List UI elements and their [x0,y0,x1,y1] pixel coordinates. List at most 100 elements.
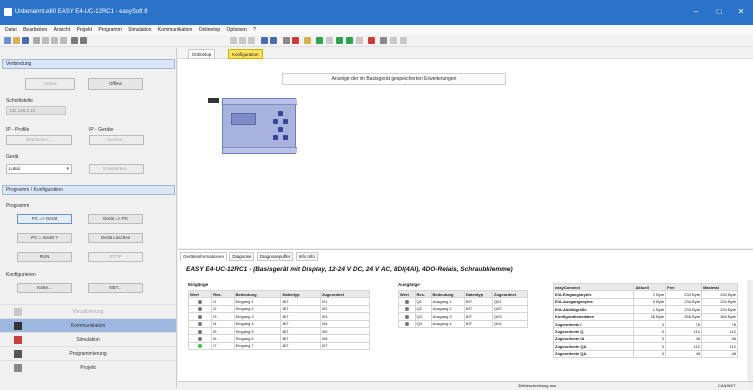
name-cell: Eingang 3 [233,312,282,321]
settings-icon[interactable] [390,37,397,44]
nav-communication[interactable]: Kommunikation [0,318,176,332]
monitor-icon[interactable] [380,37,387,44]
name-cell: Eingang 2 [233,304,282,314]
zoom-icon[interactable] [230,37,237,44]
info-scrollbar[interactable] [747,280,753,390]
undo-icon[interactable] [71,37,78,44]
print-icon[interactable] [33,37,40,44]
view-icon[interactable] [248,37,255,44]
edit-profile-button[interactable]: Bearbeiten... [6,135,72,145]
value-cell [187,297,213,306]
delete-device-button[interactable]: Gerät Löschen [88,233,143,243]
menu-kommunikation[interactable]: Kommunikation [158,25,192,35]
compare-button[interactable]: PC = Gerät ? [17,233,72,243]
tab-diagnose-buffer[interactable]: Diagnosepuffer [256,252,294,261]
close-button[interactable]: ✕ [734,6,748,18]
tab-konfiguration[interactable]: Konfiguration [228,49,263,59]
cur-cell: 1 Byte [633,305,667,314]
menu-ansicht[interactable]: Ansicht [54,25,70,35]
tab-diagnose[interactable]: Diagnose [229,252,255,261]
menu-bearbeiten[interactable]: Bearbeiten [23,25,47,35]
table-row: Zugeordnete QA 0 48 48 [552,349,738,358]
more-icon[interactable] [400,37,407,44]
function-block-icon[interactable] [270,37,277,44]
tab-device-info[interactable]: Geräteinformationen [180,252,228,261]
name-cell: Konfigurationsdaten [552,312,635,321]
interface-field[interactable]: 192.168.0.10 [6,106,66,115]
tab-info[interactable]: Info Info [295,252,318,261]
edit-icon[interactable] [283,37,290,44]
menu-onlinetop[interactable]: Onlinetop [199,25,220,35]
save-icon[interactable] [22,37,29,44]
assign-cell: I06 [319,334,371,343]
max-cell: 234 Byte [701,305,738,314]
redo-icon[interactable] [80,37,87,44]
nav-project[interactable]: Projekt [0,360,176,374]
extended-button[interactable]: Erweiterten... [89,164,144,174]
step-icon[interactable] [336,37,343,44]
run-button[interactable]: RUN [17,252,72,262]
table-row: E/A-Ausgangsbytes 0 Byte 234 Byte 234 Byte [552,297,738,307]
title-bar: Unbenannt.e80 EASY E4-UC-12RC1 - easySof… [0,0,753,25]
max-cell: 112 [701,327,738,336]
free-cell: 112 [665,327,703,336]
device-marker [208,98,219,103]
minimize-button[interactable]: – [689,6,703,18]
connection-section-header[interactable]: Verbindung [2,59,175,69]
compile-icon[interactable] [304,37,311,44]
device-to-pc-button[interactable]: Gerät => PC [88,214,143,224]
pc-to-device-button[interactable]: PC => Gerät [17,214,72,224]
copy-icon[interactable] [51,37,58,44]
res-cell: Q4 [414,319,432,328]
assign-cell: I05 [319,326,371,336]
paste-icon[interactable] [60,37,67,44]
table-row: I3 Eingang 3 BIT I03 [187,312,371,321]
interface-label: Schnittstelle [6,98,33,104]
res-cell: I3 [211,312,235,321]
res-cell: I6 [211,334,235,343]
net-button[interactable]: NET... [88,283,143,293]
name-cell: Eingang 1 [233,297,282,306]
stop-button[interactable]: STOP [88,252,143,262]
nav-visualization[interactable]: Visualisierung [0,304,176,318]
ladder-icon[interactable] [261,37,268,44]
tab-onlinetop[interactable]: Onlinetop [188,49,216,59]
ip-profile-label: IP - Profile [6,127,30,133]
device-select[interactable]: Lokal [6,164,72,174]
cur-cell: 0 [633,342,667,351]
pencil-red-icon[interactable] [292,37,299,44]
step-over-icon[interactable] [346,37,353,44]
menu-datei[interactable]: Datei [5,25,17,35]
breakpoint-icon[interactable] [368,37,375,44]
pause-icon[interactable] [326,37,333,44]
offline-button[interactable]: Offline [88,78,143,90]
table-row: I1 Eingang 1 BIT I01 [187,297,371,306]
nav-programming[interactable]: Programmierung [0,346,176,360]
window-title: Unbenannt.e80 EASY E4-UC-12RC1 - easySof… [15,9,148,15]
max-cell: 234 Byte [701,290,738,299]
menu-simulation[interactable]: Simulation [128,25,151,35]
cur-cell: 1 Byte [633,290,667,299]
search-devices-button[interactable]: Suchen... [89,135,144,145]
stop-icon[interactable] [356,37,363,44]
card-button[interactable]: Karte... [17,283,72,293]
nav-simulation[interactable]: Simulation [0,332,176,346]
menu-help[interactable]: ? [253,25,256,35]
maximize-button[interactable]: □ [712,6,726,18]
easy-device-image[interactable] [222,98,297,154]
menu-programm[interactable]: Programm [98,25,121,35]
res-cell: Q3 [414,312,432,321]
grid-icon[interactable] [239,37,246,44]
online-button[interactable]: Online [25,78,75,90]
menu-optionen[interactable]: Optionen [227,25,247,35]
status-led-icon [404,322,409,327]
assign-cell: I07 [319,341,371,351]
program-section-header[interactable]: Programm / Konfiguration [2,185,175,195]
new-file-icon[interactable] [4,37,11,44]
name-cell: Ausgang 3 [430,312,465,321]
assign-cell: Q03 [492,312,528,321]
run-icon[interactable] [316,37,323,44]
menu-projekt[interactable]: Projekt [76,25,92,35]
cut-icon[interactable] [42,37,49,44]
open-folder-icon[interactable] [13,37,20,44]
